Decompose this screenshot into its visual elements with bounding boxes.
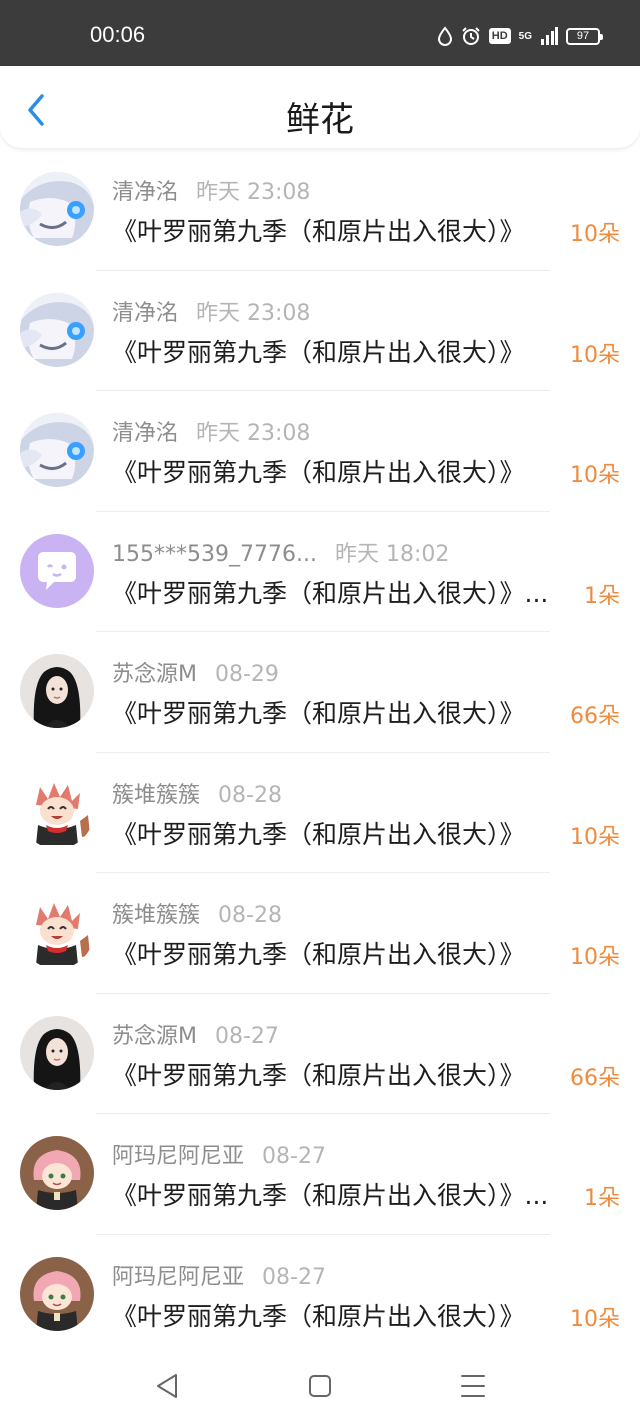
message-text: 《叶罗丽第九季（和原片出入很大）》... — [112, 578, 549, 608]
avatar[interactable] — [20, 533, 94, 608]
user-name: 清净洺 — [112, 421, 179, 446]
battery-icon: 97 — [566, 27, 603, 45]
flower-count: 10朵 — [570, 945, 620, 970]
user-name: 清净洺 — [112, 300, 179, 326]
droplet-icon — [437, 26, 452, 46]
timestamp: 08-29 — [214, 662, 279, 687]
avatar[interactable] — [20, 413, 94, 487]
timestamp: 昨天 23:08 — [196, 180, 311, 205]
nav-menu-button[interactable] — [455, 1368, 491, 1404]
flower-count: 10朵 — [570, 463, 620, 488]
user-name: 155***539_7776... — [112, 541, 317, 567]
timestamp: 昨天 23:08 — [196, 421, 311, 446]
timestamp: 08-27 — [214, 1023, 279, 1049]
message-text: 《叶罗丽第九季（和原片出入很大）》 — [112, 337, 525, 367]
flower-count: 1朵 — [584, 1186, 620, 1211]
network-label: 5G — [518, 30, 532, 42]
flower-count: 10朵 — [570, 1306, 620, 1332]
message-text: 《叶罗丽第九季（和原片出入很大）》 — [112, 1060, 525, 1090]
timestamp: 08-27 — [262, 1264, 326, 1290]
list-item[interactable]: 清净洺 昨天 23:08 《叶罗丽第九季（和原片出入很大）》 10朵 — [0, 391, 640, 512]
list-item[interactable]: 簇堆簇簇 08-28 《叶罗丽第九季（和原片出入很大）》 10朵 — [0, 873, 640, 994]
nav-back-button[interactable] — [150, 1368, 186, 1404]
user-name: 簇堆簇簇 — [112, 782, 201, 808]
avatar[interactable] — [20, 1136, 94, 1210]
status-bar: 00:06 HD 5G 97 — [0, 0, 640, 66]
timestamp: 08-27 — [262, 1144, 326, 1169]
user-name: 清净洺 — [112, 180, 179, 205]
list-item[interactable]: 155***539_7776... 昨天 18:02 《叶罗丽第九季（和原片出入很… — [0, 512, 640, 632]
timestamp: 08-28 — [218, 903, 282, 928]
square-home-icon — [309, 1375, 331, 1397]
user-name: 簇堆簇簇 — [112, 903, 201, 928]
flower-count: 10朵 — [570, 222, 620, 247]
avatar[interactable] — [20, 654, 94, 728]
message-text: 《叶罗丽第九季（和原片出入很大）》 — [112, 940, 525, 969]
timestamp: 昨天 23:08 — [196, 300, 311, 326]
message-text: 《叶罗丽第九季（和原片出入很大）》 — [112, 217, 525, 246]
list-item[interactable]: 阿玛尼阿尼亚 08-27 《叶罗丽第九季（和原片出入很大）》 10朵 — [0, 1235, 640, 1356]
header: 鲜花 — [0, 66, 640, 148]
status-time: 00:06 — [90, 22, 146, 47]
flower-count: 10朵 — [570, 824, 620, 850]
user-name: 阿玛尼阿尼亚 — [112, 1144, 245, 1169]
page-title: 鲜花 — [286, 100, 354, 140]
timestamp: 昨天 18:02 — [334, 541, 450, 567]
triangle-back-icon — [157, 1374, 177, 1398]
flower-count: 66朵 — [570, 1065, 620, 1091]
alarm-icon — [462, 27, 480, 45]
menu-icon — [461, 1375, 485, 1397]
list-item[interactable]: 清净洺 昨天 23:08 《叶罗丽第九季（和原片出入很大）》 10朵 — [0, 271, 640, 391]
timestamp: 08-28 — [218, 782, 282, 808]
status-icons: HD 5G 97 — [437, 26, 603, 46]
message-text: 《叶罗丽第九季（和原片出入很大）》... — [112, 1181, 549, 1210]
flower-count: 66朵 — [570, 704, 620, 729]
message-text: 《叶罗丽第九季（和原片出入很大）》 — [112, 458, 525, 487]
user-name: 苏念源M — [112, 662, 197, 687]
list-item[interactable]: 苏念源M 08-29 《叶罗丽第九季（和原片出入很大）》 66朵 — [0, 632, 640, 753]
signal-icon — [541, 27, 558, 45]
list-item[interactable]: 清净洺 昨天 23:08 《叶罗丽第九季（和原片出入很大）》 10朵 — [0, 150, 640, 271]
message-text: 《叶罗丽第九季（和原片出入很大）》 — [112, 819, 525, 849]
user-name: 苏念源M — [112, 1023, 197, 1049]
avatar[interactable] — [20, 172, 94, 246]
avatar[interactable] — [20, 774, 94, 849]
flower-list: 清净洺 昨天 23:08 《叶罗丽第九季（和原片出入很大）》 10朵 清净洺 昨天 … — [0, 150, 640, 1355]
avatar[interactable] — [20, 1015, 94, 1090]
list-item[interactable]: 阿玛尼阿尼亚 08-27 《叶罗丽第九季（和原片出入很大）》... 1朵 — [0, 1114, 640, 1235]
list-item[interactable]: 簇堆簇簇 08-28 《叶罗丽第九季（和原片出入很大）》 10朵 — [0, 753, 640, 873]
message-text: 《叶罗丽第九季（和原片出入很大）》 — [112, 1301, 525, 1331]
flower-count: 1朵 — [584, 583, 620, 609]
hd-icon: HD — [488, 28, 511, 44]
message-text: 《叶罗丽第九季（和原片出入很大）》 — [112, 699, 525, 728]
list-item[interactable]: 苏念源M 08-27 《叶罗丽第九季（和原片出入很大）》 66朵 — [0, 994, 640, 1114]
avatar[interactable] — [20, 895, 94, 969]
nav-home-button[interactable] — [302, 1368, 338, 1404]
avatar[interactable] — [20, 292, 94, 367]
avatar[interactable] — [20, 1256, 94, 1331]
flower-count: 10朵 — [570, 342, 620, 368]
system-nav-bar — [0, 1350, 640, 1422]
user-name: 阿玛尼阿尼亚 — [112, 1264, 245, 1290]
